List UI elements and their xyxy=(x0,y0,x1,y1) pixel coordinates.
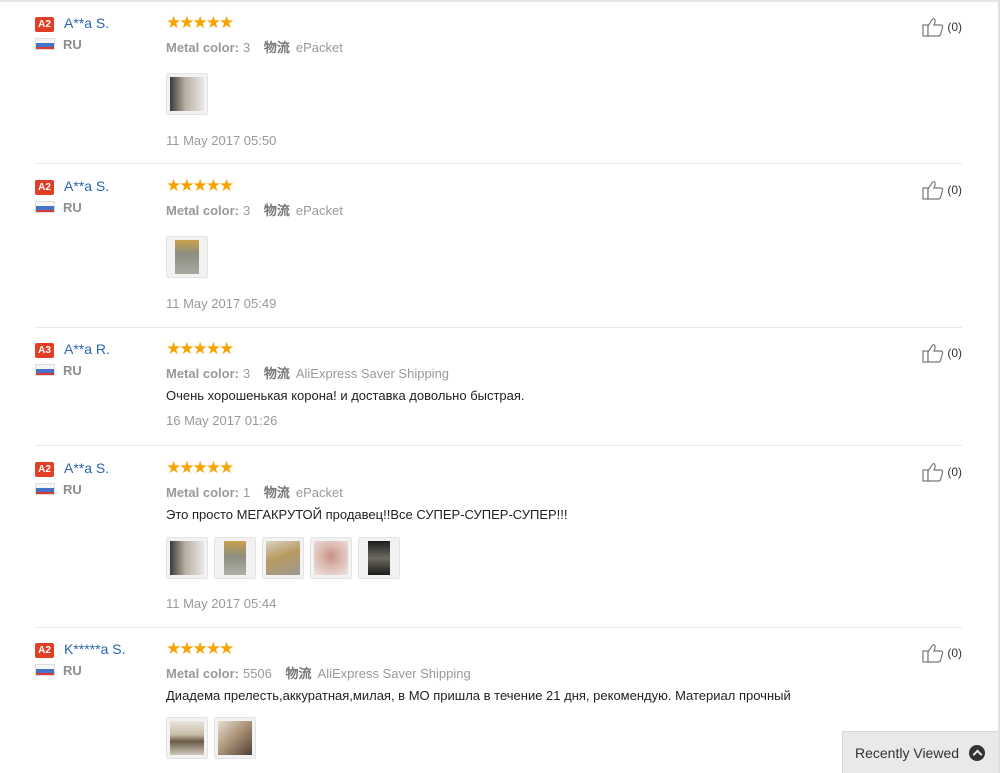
buyer-name[interactable]: K*****a S. xyxy=(64,641,125,657)
buyer-name[interactable]: A**a S. xyxy=(64,178,109,194)
star-rating: ★★★★★ xyxy=(166,458,234,477)
attr-value: 3 xyxy=(242,40,251,55)
thumbs-up-icon xyxy=(922,18,944,37)
star-rating: ★★★★★ xyxy=(166,176,234,195)
thumbs-up-icon xyxy=(922,344,944,363)
shipping-method: ePacket xyxy=(295,485,343,500)
review-photos xyxy=(166,236,208,278)
review-text: Очень хорошенькая корона! и доставка дов… xyxy=(166,388,525,403)
attr-label: Metal color: xyxy=(166,485,239,500)
buyer-country: RU xyxy=(63,363,82,378)
helpful-vote[interactable]: (0) xyxy=(922,17,962,37)
review-photos xyxy=(166,537,400,579)
buyer-name[interactable]: A**a R. xyxy=(64,341,110,357)
thumbs-up-icon xyxy=(922,644,944,663)
review-photo-thumbnail[interactable] xyxy=(214,537,256,579)
helpful-count: (0) xyxy=(947,183,962,197)
buyer-level-badge: A2 xyxy=(35,643,54,658)
attr-value: 3 xyxy=(242,203,251,218)
order-attributes: Metal color: 3 物流 ePacket xyxy=(166,37,343,56)
helpful-vote[interactable]: (0) xyxy=(922,180,962,200)
helpful-count: (0) xyxy=(947,646,962,660)
attr-value: 3 xyxy=(242,366,251,381)
review-photo-thumbnail[interactable] xyxy=(214,717,256,759)
helpful-count: (0) xyxy=(947,346,962,360)
review-item: A2 A**a S. RU ★★★★★ Metal color: 3 物流 ePac… xyxy=(35,176,962,320)
shipping-label: 物流 xyxy=(263,366,290,381)
russia-flag-icon xyxy=(35,364,55,376)
russia-flag-icon xyxy=(35,38,55,50)
recently-viewed-label: Recently Viewed xyxy=(855,744,960,761)
shipping-method: ePacket xyxy=(295,203,343,218)
review-photo-thumbnail[interactable] xyxy=(310,537,352,579)
review-photos xyxy=(166,717,256,759)
review-divider xyxy=(35,627,962,628)
buyer-name[interactable]: A**a S. xyxy=(64,15,109,31)
buyer-level-badge: A2 xyxy=(35,462,54,477)
shipping-label: 物流 xyxy=(263,203,290,218)
buyer-country: RU xyxy=(63,200,82,215)
star-rating: ★★★★★ xyxy=(166,339,234,358)
review-date: 16 May 2017 01:26 xyxy=(166,413,278,428)
star-rating: ★★★★★ xyxy=(166,639,234,658)
buyer-country: RU xyxy=(63,482,82,497)
attr-label: Metal color: xyxy=(166,40,239,55)
attr-value: 1 xyxy=(242,485,251,500)
review-date: 11 May 2017 05:49 xyxy=(166,296,277,311)
order-attributes: Metal color: 1 物流 ePacket xyxy=(166,482,343,501)
review-photos xyxy=(166,73,208,115)
shipping-label: 物流 xyxy=(285,666,312,681)
review-divider xyxy=(35,163,962,164)
attr-label: Metal color: xyxy=(166,366,239,381)
review-photo-thumbnail[interactable] xyxy=(166,73,208,115)
order-attributes: Metal color: 5506 物流 AliExpress Saver Ship… xyxy=(166,663,471,682)
buyer-level-badge: A2 xyxy=(35,180,54,195)
order-attributes: Metal color: 3 物流 ePacket xyxy=(166,200,343,219)
helpful-count: (0) xyxy=(947,465,962,479)
helpful-vote[interactable]: (0) xyxy=(922,462,962,482)
helpful-vote[interactable]: (0) xyxy=(922,643,962,663)
shipping-method: AliExpress Saver Shipping xyxy=(295,366,450,381)
review-photo-thumbnail[interactable] xyxy=(358,537,400,579)
review-divider xyxy=(35,327,962,328)
review-photo-thumbnail[interactable] xyxy=(166,537,208,579)
russia-flag-icon xyxy=(35,664,55,676)
review-photo-thumbnail[interactable] xyxy=(166,236,208,278)
russia-flag-icon xyxy=(35,201,55,213)
review-divider xyxy=(35,445,962,446)
review-date: 11 May 2017 05:50 xyxy=(166,133,277,148)
attr-label: Metal color: xyxy=(166,666,239,681)
attr-value: 5506 xyxy=(242,666,272,681)
review-photo-thumbnail[interactable] xyxy=(166,717,208,759)
buyer-level-badge: A3 xyxy=(35,343,54,358)
review-text: Это просто МЕГАКРУТОЙ продавец!!Все СУПЕ… xyxy=(166,507,568,522)
thumbs-up-icon xyxy=(922,181,944,200)
shipping-label: 物流 xyxy=(263,485,290,500)
review-text: Диадема прелесть,аккуратная,милая, в МО … xyxy=(166,688,791,703)
attr-label: Metal color: xyxy=(166,203,239,218)
star-rating: ★★★★★ xyxy=(166,13,234,32)
review-item: A3 A**a R. RU ★★★★★ Metal color: 3 物流 AliE… xyxy=(35,339,962,443)
recently-viewed-button[interactable]: Recently Viewed xyxy=(842,731,998,773)
top-divider xyxy=(0,0,1000,2)
helpful-count: (0) xyxy=(947,20,962,34)
chevron-up-circle-icon xyxy=(969,744,986,761)
review-item: A2 K*****a S. RU ★★★★★ Metal color: 5506 … xyxy=(35,639,962,768)
buyer-level-badge: A2 xyxy=(35,17,54,32)
buyer-country: RU xyxy=(63,663,82,678)
buyer-country: RU xyxy=(63,37,82,52)
shipping-method: ePacket xyxy=(295,40,343,55)
shipping-method: AliExpress Saver Shipping xyxy=(317,666,471,681)
thumbs-up-icon xyxy=(922,463,944,482)
helpful-vote[interactable]: (0) xyxy=(922,343,962,363)
shipping-label: 物流 xyxy=(263,40,290,55)
order-attributes: Metal color: 3 物流 AliExpress Saver Shippin… xyxy=(166,363,449,382)
review-item: A2 A**a S. RU ★★★★★ Metal color: 3 物流 ePac… xyxy=(35,13,962,157)
review-date: 11 May 2017 05:44 xyxy=(166,596,277,611)
review-item: A2 A**a S. RU ★★★★★ Metal color: 1 物流 ePac… xyxy=(35,458,962,622)
buyer-name[interactable]: A**a S. xyxy=(64,460,109,476)
review-photo-thumbnail[interactable] xyxy=(262,537,304,579)
russia-flag-icon xyxy=(35,483,55,495)
